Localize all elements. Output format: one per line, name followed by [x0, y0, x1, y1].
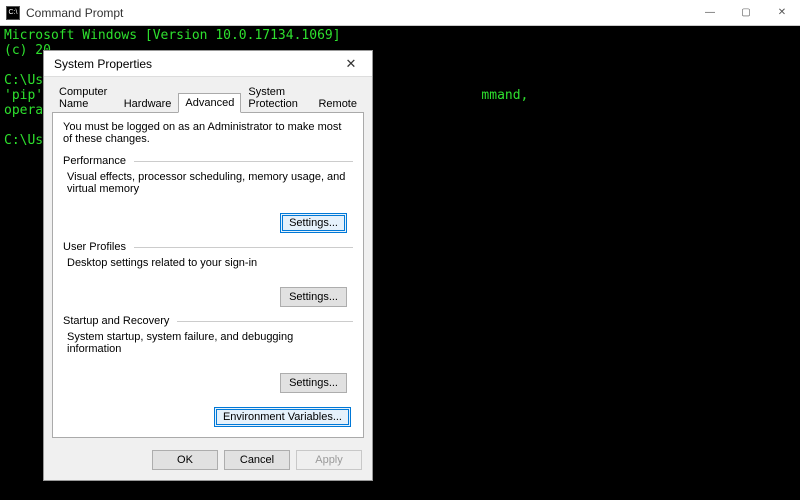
minimize-button[interactable]: —	[692, 0, 728, 26]
performance-desc: Visual effects, processor scheduling, me…	[67, 171, 349, 195]
system-properties-dialog: System Properties ✕ Computer Name Hardwa…	[43, 50, 373, 481]
admin-note: You must be logged on as an Administrato…	[63, 121, 353, 145]
dialog-button-row: OK Cancel Apply	[44, 444, 372, 480]
group-performance-title: Performance	[63, 155, 353, 167]
tab-strip: Computer Name Hardware Advanced System P…	[44, 77, 372, 112]
dialog-titlebar: System Properties ✕	[44, 51, 372, 77]
environment-variables-button[interactable]: Environment Variables...	[214, 407, 351, 427]
close-button[interactable]: ✕	[764, 0, 800, 26]
group-performance: Performance Visual effects, processor sc…	[63, 155, 353, 233]
tab-advanced[interactable]: Advanced	[178, 93, 241, 113]
group-startup-title: Startup and Recovery	[63, 315, 353, 327]
cmd-titlebar: C:\ Command Prompt — ▢ ✕	[0, 0, 800, 26]
tab-hardware[interactable]: Hardware	[117, 94, 179, 113]
maximize-button[interactable]: ▢	[728, 0, 764, 26]
dialog-title: System Properties	[54, 57, 152, 71]
performance-settings-button[interactable]: Settings...	[280, 213, 347, 233]
cmd-icon: C:\	[6, 6, 20, 20]
tab-remote[interactable]: Remote	[311, 94, 364, 113]
ok-button[interactable]: OK	[152, 450, 218, 470]
startup-settings-button[interactable]: Settings...	[280, 373, 347, 393]
dialog-close-button[interactable]: ✕	[336, 53, 366, 75]
group-startup-recovery: Startup and Recovery System startup, sys…	[63, 315, 353, 393]
cmd-title: Command Prompt	[26, 6, 123, 20]
apply-button[interactable]: Apply	[296, 450, 362, 470]
startup-desc: System startup, system failure, and debu…	[67, 331, 349, 355]
tab-computer-name[interactable]: Computer Name	[52, 82, 117, 113]
group-user-profiles-title: User Profiles	[63, 241, 353, 253]
tab-system-protection[interactable]: System Protection	[241, 82, 311, 113]
user-profiles-settings-button[interactable]: Settings...	[280, 287, 347, 307]
group-user-profiles: User Profiles Desktop settings related t…	[63, 241, 353, 307]
cancel-button[interactable]: Cancel	[224, 450, 290, 470]
user-profiles-desc: Desktop settings related to your sign-in	[67, 257, 349, 269]
tab-panel-advanced: You must be logged on as an Administrato…	[52, 112, 364, 438]
